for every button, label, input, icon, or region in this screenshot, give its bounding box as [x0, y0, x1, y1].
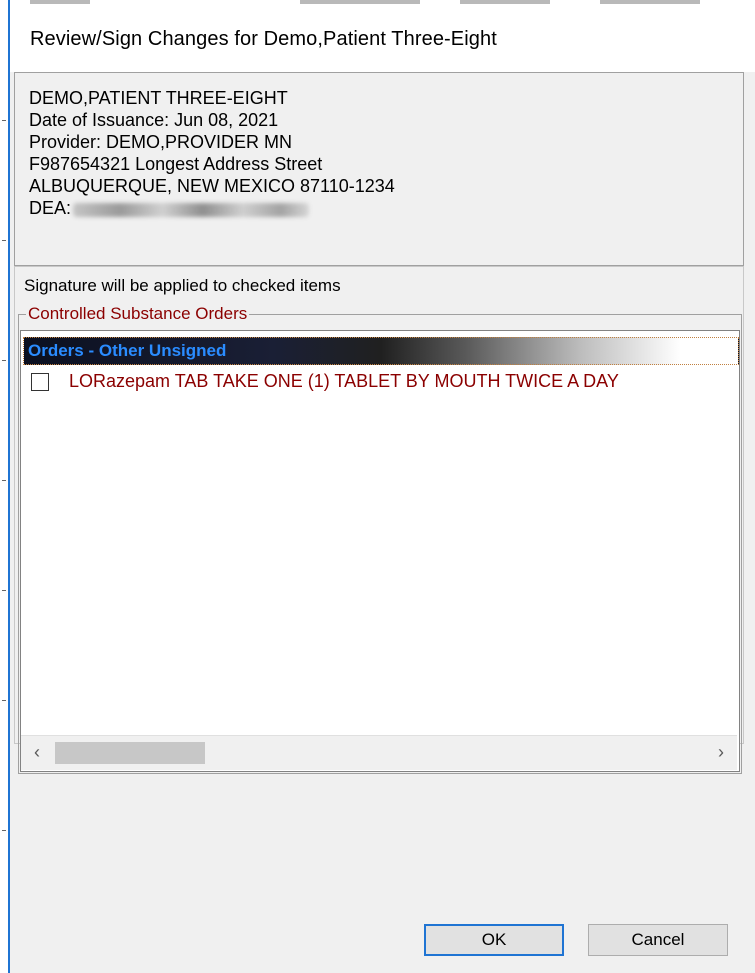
- chevron-right-icon[interactable]: ›: [711, 742, 731, 763]
- background-window-edge: [0, 0, 8, 973]
- title-bar: Review/Sign Changes for Demo,Patient Thr…: [10, 8, 755, 72]
- orders-group-header[interactable]: Orders - Other Unsigned: [23, 337, 739, 365]
- orders-group-header-label: Orders - Other Unsigned: [28, 341, 227, 360]
- dea-number-redacted: [73, 203, 309, 217]
- dialog-title: Review/Sign Changes for Demo,Patient Thr…: [30, 28, 497, 50]
- background-artifact: [460, 0, 550, 4]
- horizontal-scrollbar[interactable]: ‹ ›: [21, 735, 737, 770]
- scrollbar-thumb[interactable]: [55, 742, 205, 764]
- cancel-button[interactable]: Cancel: [588, 924, 728, 956]
- provider-name: Provider: DEMO,PROVIDER MN: [29, 132, 293, 152]
- controlled-substance-label: Controlled Substance Orders: [26, 304, 250, 324]
- order-item-text: LORazepam TAB TAKE ONE (1) TABLET BY MOU…: [69, 371, 619, 391]
- provider-city: ALBUQUERQUE, NEW MEXICO 87110-1234: [29, 176, 395, 196]
- order-item[interactable]: LORazepam TAB TAKE ONE (1) TABLET BY MOU…: [31, 371, 737, 395]
- patient-info-panel: DEMO,PATIENT THREE-EIGHT Date of Issuanc…: [14, 72, 744, 266]
- ok-button[interactable]: OK: [424, 924, 564, 956]
- background-artifact: [30, 0, 90, 4]
- background-artifact: [600, 0, 700, 4]
- background-artifact: [300, 0, 420, 4]
- patient-name: DEMO,PATIENT THREE-EIGHT: [29, 88, 288, 108]
- order-checkbox[interactable]: [31, 373, 49, 391]
- orders-list[interactable]: Orders - Other Unsigned LORazepam TAB TA…: [20, 330, 740, 772]
- dea-label: DEA:: [29, 198, 72, 218]
- chevron-left-icon[interactable]: ‹: [27, 742, 47, 763]
- issuance-date: Date of Issuance: Jun 08, 2021: [29, 110, 279, 130]
- provider-address: F987654321 Longest Address Street: [29, 154, 323, 174]
- background-window-strip: [0, 0, 755, 8]
- signature-note: Signature will be applied to checked ite…: [24, 276, 345, 296]
